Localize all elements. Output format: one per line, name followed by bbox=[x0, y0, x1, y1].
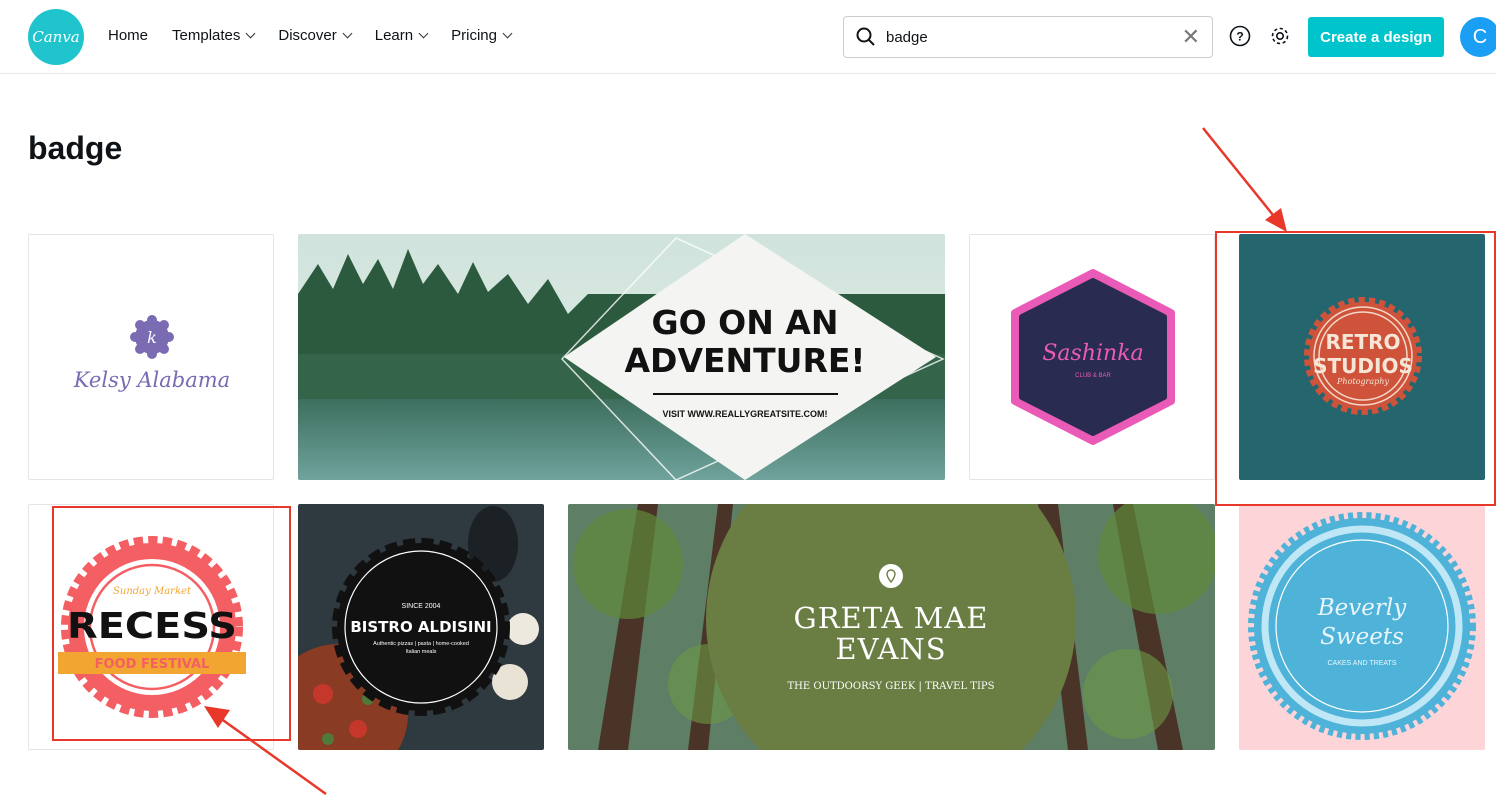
annotation-arrow-icon bbox=[1202, 127, 1287, 232]
nav-learn[interactable]: Learn bbox=[375, 27, 429, 44]
clear-search-icon[interactable]: ✕ bbox=[1182, 24, 1200, 50]
page-title: badge bbox=[28, 130, 123, 166]
avatar[interactable]: C bbox=[1460, 17, 1496, 57]
beverly-sub: CAKES AND TREATS bbox=[1328, 660, 1397, 667]
main-nav: Home Templates Discover Learn Pricing bbox=[108, 27, 513, 44]
search-input[interactable] bbox=[886, 28, 1182, 46]
nav-home[interactable]: Home bbox=[108, 27, 148, 44]
adventure-line2: ADVENTURE! bbox=[625, 341, 866, 380]
search-box: ✕ bbox=[843, 16, 1213, 58]
adventure-line1: GO ON AN bbox=[652, 303, 839, 342]
chevron-down-icon bbox=[245, 28, 256, 39]
template-card-beverly[interactable]: Beverly Sweets CAKES AND TREATS bbox=[1239, 504, 1485, 750]
template-card-sashinka[interactable]: Sashinka CLUB & BAR bbox=[969, 234, 1215, 480]
nav-templates[interactable]: Templates bbox=[172, 27, 256, 44]
kelsy-name: Kelsy Alabama bbox=[73, 368, 230, 392]
sashinka-design: Sashinka CLUB & BAR bbox=[1011, 269, 1175, 445]
beverly-line2: Sweets bbox=[1320, 624, 1404, 650]
svg-text:?: ? bbox=[1236, 30, 1243, 44]
greta-line2: EVANS bbox=[835, 632, 946, 666]
create-design-button[interactable]: Create a design bbox=[1308, 17, 1444, 57]
bistro-since: SINCE 2004 bbox=[402, 603, 441, 610]
search-icon bbox=[856, 27, 875, 46]
bistro-name: BISTRO ALDISINI bbox=[350, 618, 491, 636]
chevron-down-icon bbox=[418, 28, 429, 39]
template-card-greta[interactable]: GRETA MAE EVANS THE OUTDOORSY GEEK | TRA… bbox=[568, 504, 1215, 750]
annotation-arrow-icon bbox=[204, 706, 327, 796]
beverly-design: Beverly Sweets CAKES AND TREATS bbox=[1239, 504, 1485, 750]
nav-discover[interactable]: Discover bbox=[278, 27, 353, 44]
sashinka-sub: CLUB & BAR bbox=[1075, 373, 1111, 379]
beverly-line1: Beverly bbox=[1317, 595, 1407, 621]
greta-sub: THE OUTDOORSY GEEK | TRAVEL TIPS bbox=[788, 681, 995, 692]
adventure-url: VISIT WWW.REALLYGREATSITE.COM! bbox=[663, 409, 828, 419]
bistro-desc1: Authentic pizzas | pasta | home-cooked bbox=[373, 641, 469, 647]
greta-line1: GRETA MAE bbox=[794, 601, 989, 635]
bistro-desc2: Italian meals bbox=[406, 649, 437, 655]
canva-logo[interactable]: Canva bbox=[28, 9, 84, 65]
template-card-adventure[interactable]: GO ON AN ADVENTURE! VISIT WWW.REALLYGREA… bbox=[298, 234, 945, 480]
top-bar: Canva Home Templates Discover Learn Pric… bbox=[0, 0, 1496, 74]
kelsy-design: k Kelsy Alabama bbox=[73, 315, 230, 392]
greta-design: GRETA MAE EVANS THE OUTDOORSY GEEK | TRA… bbox=[568, 504, 1215, 750]
chevron-down-icon bbox=[502, 28, 513, 39]
kelsy-monogram: k bbox=[147, 328, 157, 347]
sashinka-name: Sashinka bbox=[1042, 341, 1143, 366]
adventure-design: GO ON AN ADVENTURE! VISIT WWW.REALLYGREA… bbox=[298, 234, 945, 480]
annotation-highlight-box bbox=[1215, 231, 1496, 506]
gear-icon[interactable] bbox=[1269, 25, 1291, 47]
nav-pricing[interactable]: Pricing bbox=[451, 27, 513, 44]
chevron-down-icon bbox=[342, 28, 353, 39]
help-icon[interactable]: ? bbox=[1229, 25, 1251, 47]
template-card-kelsy[interactable]: k Kelsy Alabama bbox=[28, 234, 274, 480]
